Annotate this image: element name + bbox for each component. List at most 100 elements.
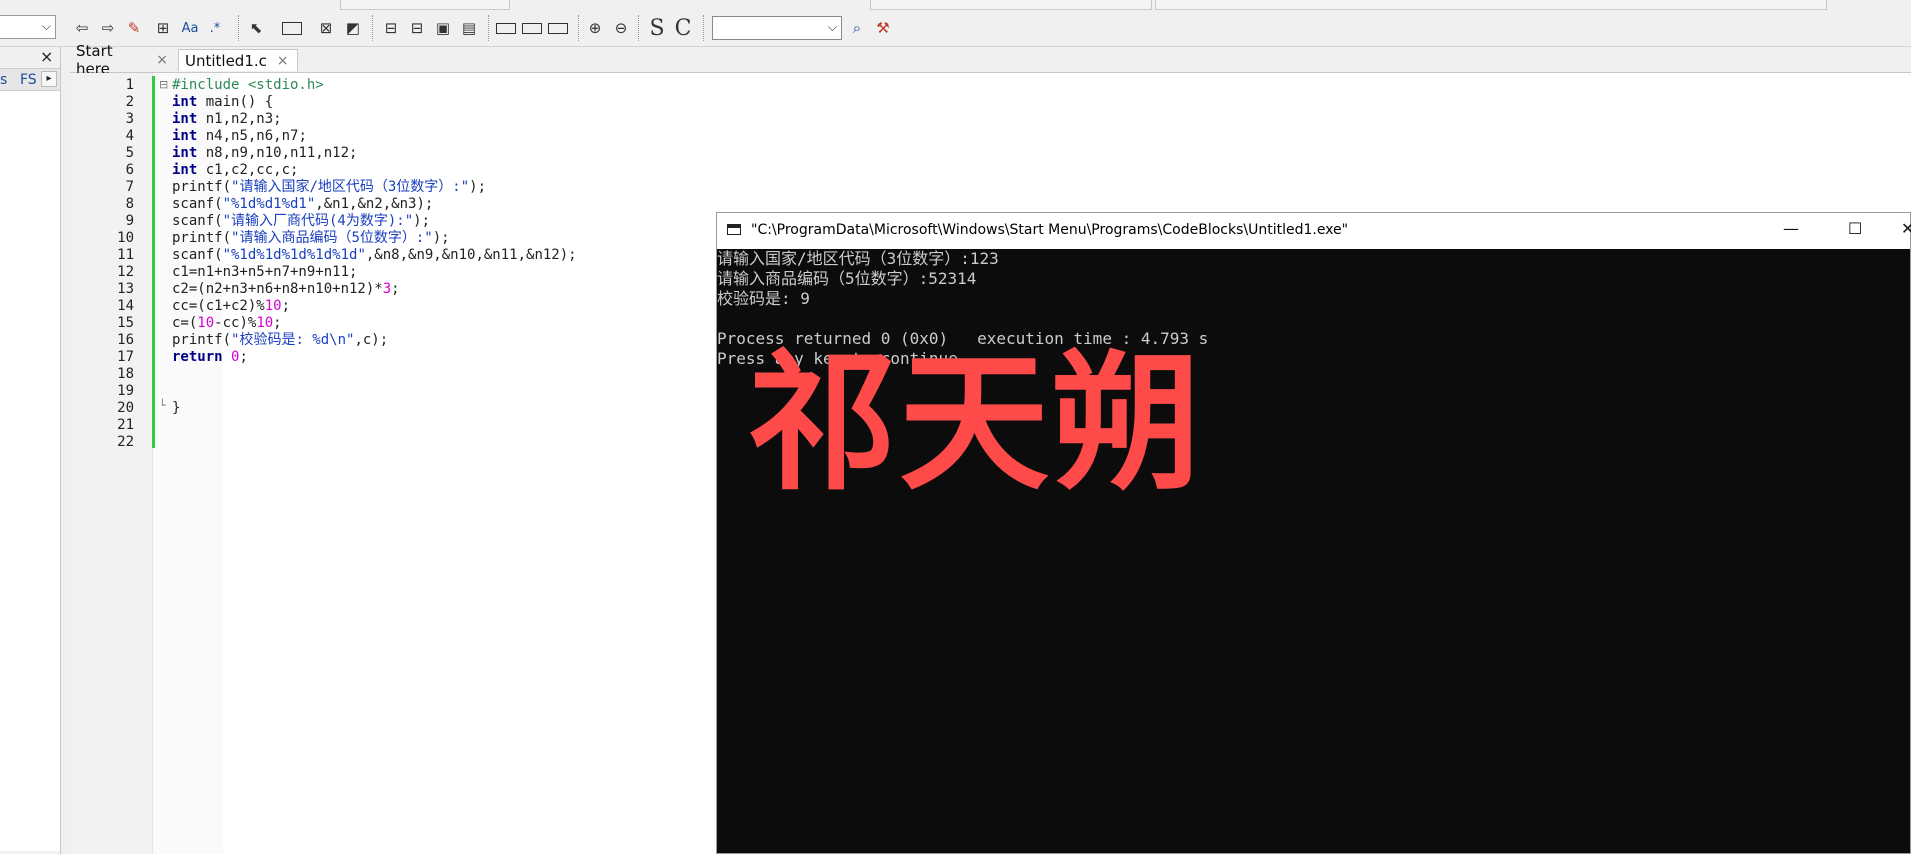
- console-title: "C:\ProgramData\Microsoft\Windows\Start …: [751, 222, 1349, 238]
- line-number: 19: [117, 383, 134, 399]
- tab-label: Untitled1.c: [185, 51, 267, 70]
- close-icon[interactable]: ×: [277, 53, 289, 69]
- pointer-icon[interactable]: ⬉: [246, 16, 266, 40]
- console-line: 请输入国家/地区代码（3位数字）:123: [717, 249, 999, 268]
- main-toolbar: ⌵ ⇦ ⇨ ✎ ⊞ Aa .* ⬉ ⊠ ◩ ⊟ ⊟ ▣ ▤ ⊕ ⊖ S C ⌵ …: [0, 10, 1911, 47]
- code-line: int n4,n5,n6,n7;: [172, 128, 307, 144]
- code-line: #include <stdio.h>: [172, 77, 324, 93]
- search-combo[interactable]: ⌵: [712, 16, 842, 40]
- block2-icon[interactable]: ⊟: [406, 16, 428, 40]
- line-number: 14: [117, 298, 134, 314]
- rectangle-shape: [282, 21, 302, 35]
- line-number: 10: [117, 230, 134, 246]
- target-combo[interactable]: ⌵: [0, 15, 56, 39]
- code-line: int c1,c2,cc,c;: [172, 162, 299, 178]
- console-output: 请输入国家/地区代码（3位数字）:123 请输入商品编码（5位数字）:52314 校…: [717, 249, 1910, 853]
- toolbar-separator: [488, 15, 490, 41]
- rectangle-icon[interactable]: [280, 16, 304, 40]
- line-number: 15: [117, 315, 134, 331]
- highlight-pen-icon[interactable]: ✎: [124, 16, 144, 40]
- line-number: 2: [125, 94, 134, 110]
- s-letter-label: S: [649, 15, 665, 41]
- clipped-combo-segment: [1155, 0, 1827, 10]
- tab-start-here[interactable]: Start here ×: [70, 42, 174, 78]
- line-number: 21: [117, 417, 134, 433]
- line-number: 12: [117, 264, 134, 280]
- code-line: c1=n1+n3+n5+n7+n9+n11;: [172, 264, 358, 280]
- clipped-combo-segment: [870, 0, 1152, 10]
- code-line: int n8,n9,n10,n11,n12;: [172, 145, 358, 161]
- line-number: 16: [117, 332, 134, 348]
- line-number: 8: [125, 196, 134, 212]
- panel-tabs: s FS ▸: [0, 68, 60, 91]
- close-icon[interactable]: ×: [156, 52, 168, 68]
- decision-icon[interactable]: ⊠: [315, 16, 337, 40]
- editor-tab-bar: Start here × Untitled1.c ×: [70, 42, 1911, 78]
- line-number: 18: [117, 366, 134, 382]
- line-number: 13: [117, 281, 134, 297]
- zoom-in-icon[interactable]: ⊕: [584, 16, 606, 40]
- continue-shape: [522, 22, 542, 34]
- block4-icon[interactable]: ▤: [458, 16, 480, 40]
- fold-end-icon: └: [159, 399, 166, 412]
- line-number: 5: [125, 145, 134, 161]
- block3-icon[interactable]: ▣: [432, 16, 454, 40]
- code-line: printf("校验码是: %d\n",c);: [172, 332, 389, 348]
- line-number: 17: [117, 349, 134, 365]
- code-line: return 0;: [172, 349, 248, 365]
- console-line: 校验码是: 9: [717, 289, 810, 308]
- line-number-gutter: 1 2 3 4 5 6 7 8 9 10 11 12 13 14 15 16 17 18 19 20 21 22: [72, 73, 153, 854]
- minimize-icon[interactable]: —: [1783, 219, 1799, 238]
- code-line: }: [172, 400, 181, 416]
- break-icon[interactable]: [494, 16, 518, 40]
- forward-arrow-icon[interactable]: ⇨: [98, 16, 118, 40]
- block-icon[interactable]: ⊟: [380, 16, 402, 40]
- code-line: int n1,n2,n3;: [172, 111, 282, 127]
- wrench-icon[interactable]: ⚒: [872, 16, 894, 40]
- panel-tab-prev[interactable]: s: [0, 72, 7, 88]
- return-icon[interactable]: [546, 16, 570, 40]
- code-line: cc=(c1+c2)%10;: [172, 298, 291, 314]
- chevron-right-icon[interactable]: ▸: [41, 71, 57, 87]
- chevron-down-icon[interactable]: ⌵: [828, 20, 837, 35]
- match-case-label: Aa: [181, 20, 199, 36]
- maximize-icon[interactable]: ☐: [1848, 219, 1862, 238]
- zoom-out-icon[interactable]: ⊖: [610, 16, 632, 40]
- s-letter-icon[interactable]: S: [646, 15, 668, 41]
- console-titlebar[interactable]: "C:\ProgramData\Microsoft\Windows\Start …: [717, 213, 1911, 249]
- c-letter-label: C: [674, 15, 692, 41]
- close-icon[interactable]: ×: [40, 47, 53, 66]
- change-bar: [152, 76, 155, 448]
- toolbar-separator: [238, 15, 240, 41]
- code-line: c2=(n2+n3+n6+n8+n10+n12)*3;: [172, 281, 400, 297]
- close-icon[interactable]: ✕: [1901, 219, 1911, 238]
- line-number: 20: [117, 400, 134, 416]
- line-number: 11: [117, 247, 134, 263]
- toolbar-separator: [578, 15, 580, 41]
- panel-body: [0, 91, 60, 851]
- tab-untitled1[interactable]: Untitled1.c ×: [178, 49, 298, 71]
- fold-minus-icon[interactable]: ⊟: [159, 78, 168, 91]
- toolbar-separator: [372, 15, 374, 41]
- code-line: scanf("请输入厂商代码(4为数字):");: [172, 213, 431, 229]
- loop-icon[interactable]: ◩: [342, 16, 364, 40]
- management-panel: × s FS ▸: [0, 47, 61, 854]
- toolbar-separator: [638, 15, 640, 41]
- code-line: scanf("%1d%d1%d1",&n1,&n2,&n3);: [172, 196, 434, 212]
- line-number: 22: [117, 434, 134, 450]
- line-number: 9: [125, 213, 134, 229]
- chevron-down-icon[interactable]: ⌵: [42, 19, 51, 34]
- back-arrow-icon[interactable]: ⇦: [72, 16, 92, 40]
- panel-tab-fs[interactable]: FS: [20, 72, 37, 88]
- code-line: c=(10-cc)%10;: [172, 315, 282, 331]
- toolbar-separator: [703, 15, 705, 41]
- clipped-toolbar-segment: [340, 0, 510, 10]
- selection-icon[interactable]: ⊞: [152, 16, 174, 40]
- return-shape: [548, 22, 568, 34]
- console-line: 请输入商品编码（5位数字）:52314: [717, 269, 977, 288]
- find-icon[interactable]: ⌕: [846, 16, 868, 40]
- regex-icon[interactable]: .*: [205, 16, 225, 40]
- match-case-icon[interactable]: Aa: [178, 16, 202, 40]
- c-letter-icon[interactable]: C: [672, 15, 694, 41]
- continue-icon[interactable]: [520, 16, 544, 40]
